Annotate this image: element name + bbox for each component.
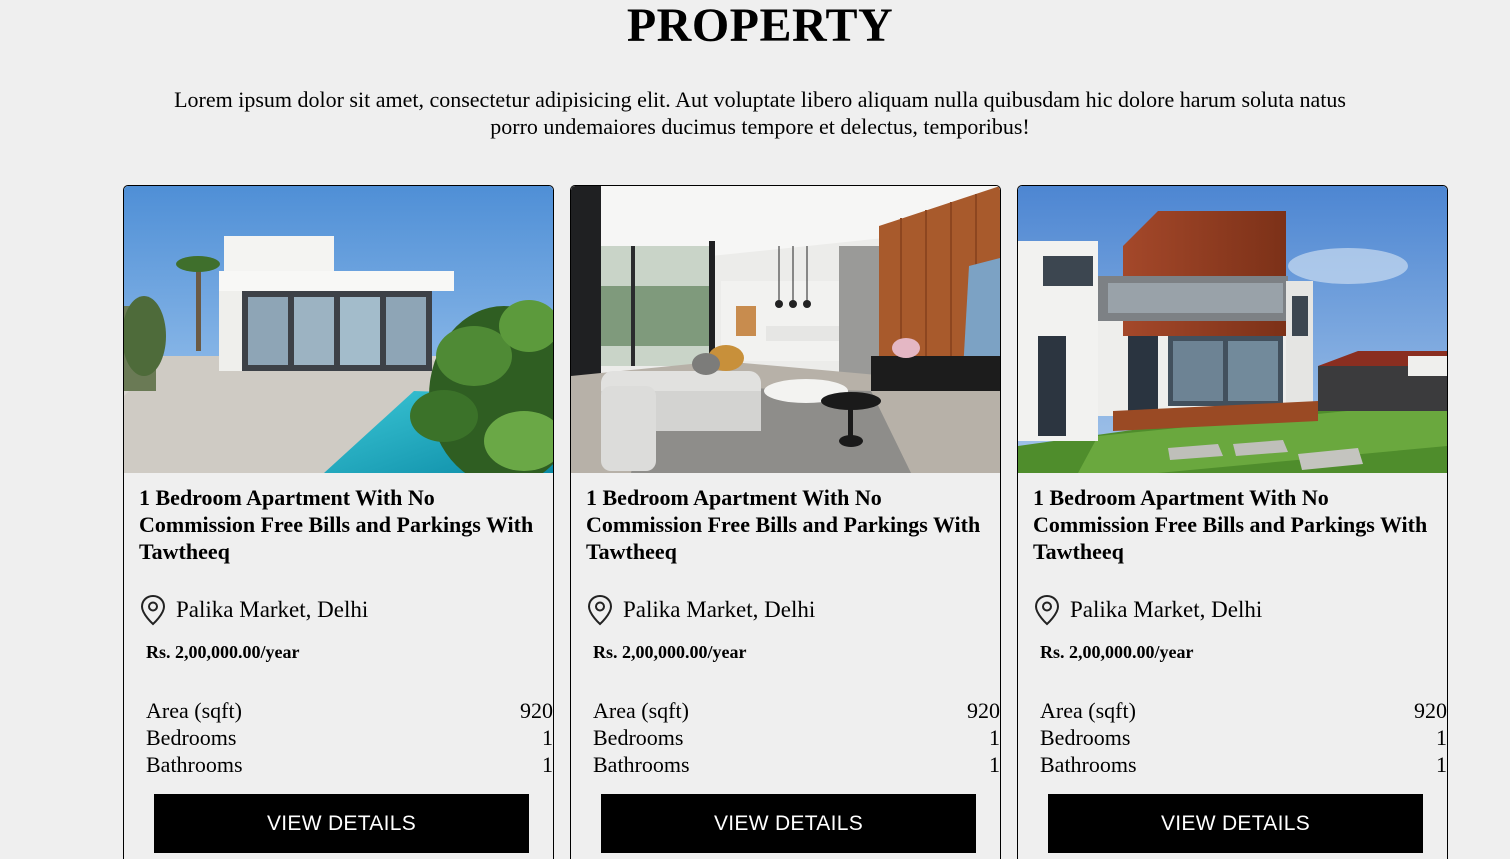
spec-value: 920 [520,698,553,723]
property-title[interactable]: 1 Bedroom Apartment With No Commission F… [586,484,986,565]
spec-label: Bedrooms [593,725,684,750]
spec-label: Area (sqft) [1040,698,1136,723]
spec-value: 1 [989,725,1000,750]
spec-row-bedrooms: Bedrooms 1 [1040,724,1447,751]
property-title[interactable]: 1 Bedroom Apartment With No Commission F… [139,484,539,565]
spec-label: Bedrooms [146,725,237,750]
property-price: Rs. 2,00,000.00/year [1040,642,1194,662]
spec-value: 920 [1414,698,1447,723]
spec-value: 1 [989,752,1000,777]
spec-label: Bathrooms [593,752,690,777]
spec-row-area: Area (sqft) 920 [593,697,1000,724]
property-location: Palika Market, Delhi [586,594,815,626]
spec-label: Area (sqft) [593,698,689,723]
map-pin-icon [140,594,166,626]
location-text: Palika Market, Delhi [176,597,369,622]
spec-row-bedrooms: Bedrooms 1 [593,724,1000,751]
section-title: PROPERTY [626,0,894,52]
property-card[interactable]: 1 Bedroom Apartment With No Commission F… [1017,185,1448,859]
map-pin-icon [587,594,613,626]
spec-value: 920 [967,698,1000,723]
spec-label: Bathrooms [146,752,243,777]
property-price: Rs. 2,00,000.00/year [146,642,300,662]
property-title[interactable]: 1 Bedroom Apartment With No Commission F… [1033,484,1433,565]
property-card[interactable]: 1 Bedroom Apartment With No Commission F… [123,185,554,859]
spec-value: 1 [1436,725,1447,750]
map-pin-icon [1034,594,1060,626]
view-details-button[interactable]: VIEW DETAILS [154,794,529,853]
property-location: Palika Market, Delhi [139,594,368,626]
spec-row-bedrooms: Bedrooms 1 [146,724,553,751]
spec-row-area: Area (sqft) 920 [1040,697,1447,724]
location-text: Palika Market, Delhi [623,597,816,622]
spec-label: Area (sqft) [146,698,242,723]
spec-value: 1 [1436,752,1447,777]
view-details-button[interactable]: VIEW DETAILS [1048,794,1423,853]
section-intro: Lorem ipsum dolor sit amet, consectetur … [174,87,1346,139]
spec-value: 1 [542,725,553,750]
spec-label: Bedrooms [1040,725,1131,750]
property-page: PROPERTY Lorem ipsum dolor sit amet, con… [0,0,1510,859]
spec-value: 1 [542,752,553,777]
view-details-button[interactable]: VIEW DETAILS [601,794,976,853]
location-text: Palika Market, Delhi [1070,597,1263,622]
spec-row-bathrooms: Bathrooms 1 [1040,751,1447,778]
spec-row-area: Area (sqft) 920 [146,697,553,724]
property-photo[interactable] [571,186,1000,473]
property-price: Rs. 2,00,000.00/year [593,642,747,662]
property-photo[interactable] [124,186,553,473]
property-location: Palika Market, Delhi [1033,594,1262,626]
property-card[interactable]: 1 Bedroom Apartment With No Commission F… [570,185,1001,859]
spec-row-bathrooms: Bathrooms 1 [593,751,1000,778]
property-photo[interactable] [1018,186,1447,473]
spec-label: Bathrooms [1040,752,1137,777]
spec-row-bathrooms: Bathrooms 1 [146,751,553,778]
